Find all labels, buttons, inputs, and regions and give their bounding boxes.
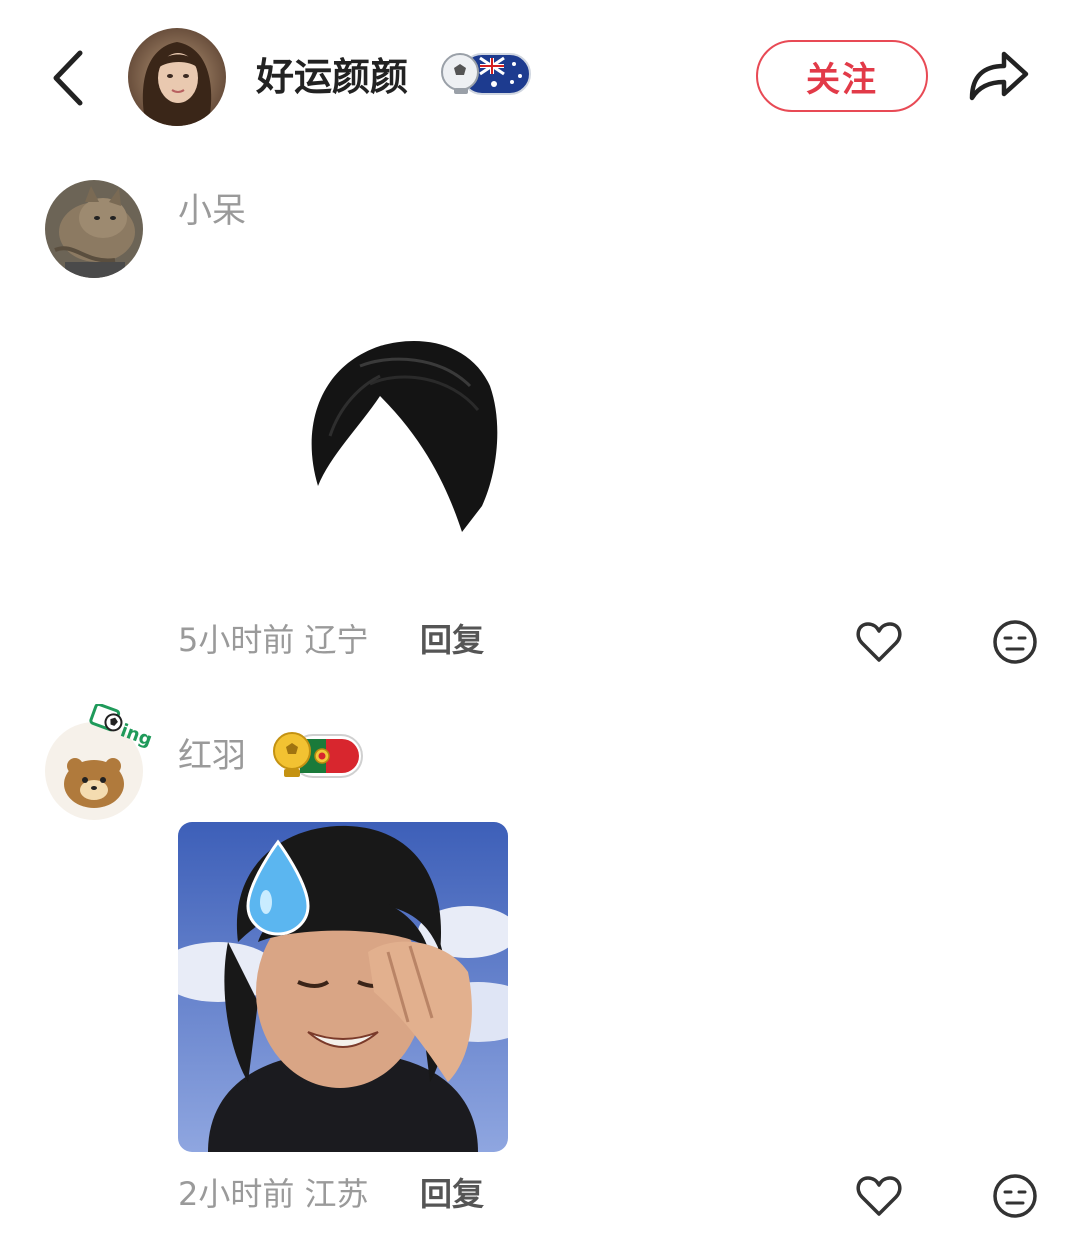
soccer-trophy-badge [438, 50, 532, 98]
like-heart-icon[interactable] [854, 617, 904, 667]
comment-meta: 5小时前 辽宁 [178, 617, 369, 663]
hair-wig-sticker[interactable] [300, 336, 504, 536]
soccer-ing-sticker-badge: ing [86, 702, 158, 764]
like-heart-icon[interactable] [854, 1171, 904, 1221]
commenter-avatar[interactable] [45, 180, 143, 278]
dislike-face-icon[interactable] [990, 1171, 1040, 1221]
comment-time: 2小时前 [178, 1175, 295, 1213]
comment-username[interactable]: 红羽 [178, 732, 246, 780]
follow-button[interactable]: 关注 [756, 40, 928, 112]
comment-time: 5小时前 [178, 621, 295, 659]
comment-meta: 2小时前 江苏 [178, 1171, 369, 1217]
back-arrow-icon[interactable] [44, 45, 94, 111]
sweating-man-meme[interactable] [178, 822, 508, 1152]
comment-location: 江苏 [304, 1175, 369, 1213]
comment-username[interactable]: 小呆 [178, 187, 246, 235]
dislike-face-icon[interactable] [990, 617, 1040, 667]
reply-button[interactable]: 回复 [420, 617, 484, 663]
svg-text:ing: ing [118, 720, 155, 751]
author-avatar[interactable] [128, 28, 226, 126]
gold-trophy-badge [270, 729, 364, 783]
author-username[interactable]: 好运颜颜 [256, 50, 408, 104]
share-arrow-icon[interactable] [966, 46, 1030, 104]
comment-location: 辽宁 [304, 621, 369, 659]
reply-button[interactable]: 回复 [420, 1171, 484, 1217]
